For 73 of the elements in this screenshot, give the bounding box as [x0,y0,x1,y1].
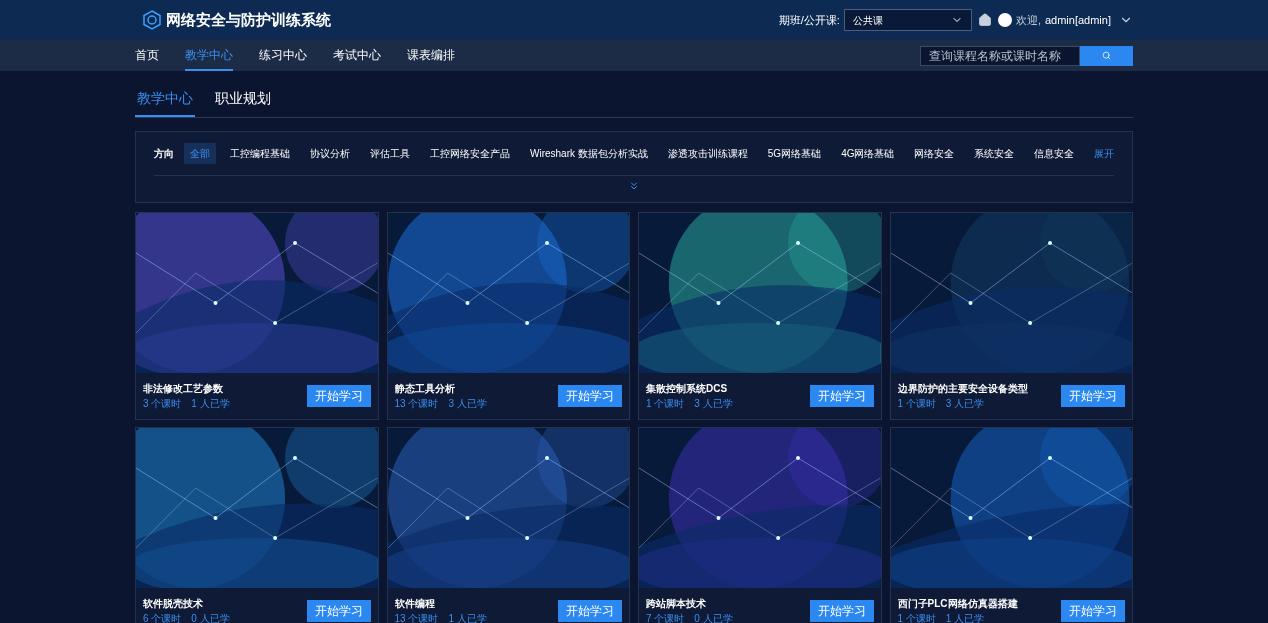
lesson-count: 3 个课时 [143,397,182,411]
class-label: 期班/公开课: [778,12,840,28]
lesson-count: 7 个课时 [646,612,685,623]
filter-option[interactable]: 5G网络基础 [761,143,828,164]
start-learning-button[interactable]: 开始学习 [1061,385,1125,407]
course-card[interactable]: 边界防护的主要安全设备类型 1 个课时 3 人已学 开始学习 [889,212,1133,420]
course-card[interactable]: 软件编程 13 个课时 1 人已学 开始学习 [386,427,630,623]
nav-tab[interactable]: 练习中心 [259,40,307,71]
lesson-count: 1 个课时 [646,397,685,411]
learner-count: 1 人已学 [945,612,985,623]
expand-link[interactable]: 展开 [1094,146,1114,161]
filter-option[interactable]: 协议分析 [304,143,356,164]
course-card[interactable]: 静态工具分析 13 个课时 3 人已学 开始学习 [386,212,630,420]
welcome-text: 欢迎, [1015,12,1041,28]
section-tab[interactable]: 教学中心 [135,88,195,117]
learner-count: 1 人已学 [191,397,230,411]
course-title: 软件编程 [394,597,436,611]
learner-count: 1 人已学 [448,612,487,623]
lesson-count: 6 个课时 [143,612,182,623]
chevrons-down-icon[interactable] [628,180,640,192]
filter-label: 方向 [154,147,174,161]
logo-icon [142,10,162,30]
course-title: 西门子PLC网络仿真器搭建 [897,597,1019,611]
course-title: 边界防护的主要安全设备类型 [897,382,1029,396]
course-title: 跨站脚本技术 [646,597,707,611]
filter-option[interactable]: 渗透攻击训练课程 [661,143,754,164]
filter-option[interactable]: Wireshark 数据包分析实战 [524,143,654,164]
nav-tab[interactable]: 课表编排 [407,40,455,71]
start-learning-button[interactable]: 开始学习 [558,600,622,622]
course-card[interactable]: 西门子PLC网络仿真器搭建 1 个课时 1 人已学 开始学习 [889,427,1133,623]
class-select[interactable]: 公共课 [843,9,972,31]
filter-option[interactable]: 4G网络基础 [835,143,901,164]
avatar [997,13,1012,27]
course-card[interactable]: 非法修改工艺参数 3 个课时 1 人已学 开始学习 [135,212,379,420]
filter-option[interactable]: 工控编程基础 [224,143,296,164]
start-learning-button[interactable]: 开始学习 [306,385,371,407]
nav-tab[interactable]: 考试中心 [333,40,381,71]
lesson-count: 13 个课时 [394,612,439,623]
home-icon[interactable] [977,13,992,27]
section-tab[interactable]: 职业规划 [213,88,273,117]
start-learning-button[interactable]: 开始学习 [1061,600,1125,622]
course-title: 软件脱壳技术 [143,597,204,611]
search-field[interactable]: 查询课程名称或课时名称 [920,45,1080,66]
start-learning-button[interactable]: 开始学习 [558,385,622,407]
filter-option[interactable]: 信息安全 [1028,143,1081,164]
filter-option[interactable]: 评估工具 [364,143,416,164]
learner-count: 0 人已学 [694,612,733,623]
course-card[interactable]: 集散控制系统DCS 1 个课时 3 人已学 开始学习 [638,212,882,420]
start-learning-button[interactable]: 开始学习 [809,600,874,622]
lesson-count: 13 个课时 [394,397,439,411]
filter-option[interactable]: 系统安全 [968,143,1021,164]
course-card[interactable]: 软件脱壳技术 6 个课时 0 人已学 开始学习 [135,427,379,623]
start-learning-button[interactable]: 开始学习 [809,385,874,407]
learner-count: 0 人已学 [191,612,230,623]
filter-option[interactable]: 全部 [184,143,216,164]
start-learning-button[interactable]: 开始学习 [306,600,371,622]
filter-option[interactable]: 网络安全 [908,143,961,164]
learner-count: 3 人已学 [448,397,487,411]
learner-count: 3 人已学 [694,397,733,411]
course-title: 静态工具分析 [394,382,456,396]
app-title: 网络安全与防护训练系统 [166,9,331,30]
search-icon [1102,51,1111,60]
user-name[interactable]: admin[admin] [1044,11,1111,29]
search-button[interactable] [1080,45,1133,66]
course-title: 非法修改工艺参数 [143,382,224,396]
course-card[interactable]: 跨站脚本技术 7 个课时 0 人已学 开始学习 [638,427,882,623]
nav-tab[interactable]: 首页 [135,40,159,71]
filter-option[interactable]: 工控网络安全产品 [424,143,516,164]
course-title: 集散控制系统DCS [646,382,729,396]
lesson-count: 1 个课时 [897,397,936,411]
lesson-count: 1 个课时 [897,612,936,623]
nav-tab[interactable]: 教学中心 [185,40,233,71]
learner-count: 3 人已学 [945,397,985,411]
